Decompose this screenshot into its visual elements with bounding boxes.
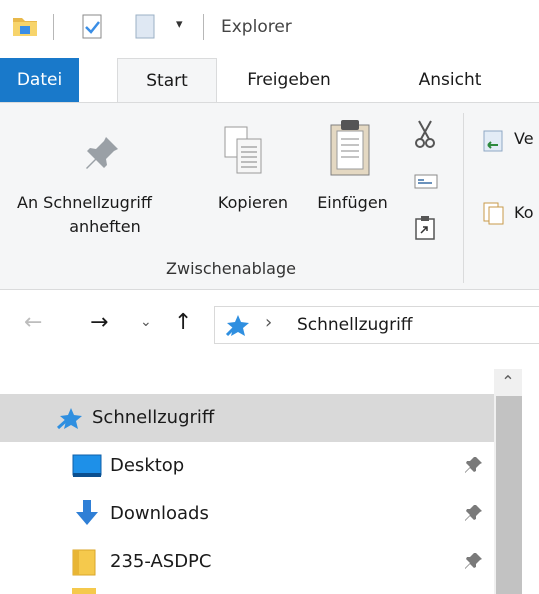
pin-icon[interactable] (465, 552, 483, 574)
nav-item-desktop[interactable]: Desktop (0, 442, 494, 490)
paste-shortcut-icon[interactable] (414, 215, 436, 245)
partial-folder-icon (72, 588, 96, 594)
back-arrow-icon[interactable]: ← (24, 310, 42, 335)
nav-item-label: 235-ASDPC (110, 551, 212, 572)
breadcrumb-schnellzugriff[interactable]: Schnellzugriff (297, 315, 413, 335)
window-title: Explorer (221, 17, 292, 37)
pin-icon[interactable] (465, 456, 483, 478)
move-to-label: Ve (514, 129, 534, 148)
clipboard-group-label: Zwischenablage (166, 259, 296, 278)
nav-item-downloads[interactable]: Downloads (0, 490, 494, 538)
move-to-icon (482, 129, 504, 157)
download-arrow-icon (74, 498, 100, 532)
cut-icon[interactable] (414, 119, 436, 153)
up-arrow-icon[interactable]: ↑ (174, 310, 192, 335)
tab-datei[interactable]: Datei (0, 58, 79, 102)
tab-freigeben[interactable]: Freigeben (230, 58, 348, 102)
nav-item-label: Schnellzugriff (92, 407, 215, 428)
nav-item-label: Downloads (110, 503, 209, 524)
paste-button[interactable]: Einfügen (305, 103, 400, 253)
pin-to-quick-access-button[interactable]: An Schnellzugriff anheften (0, 103, 200, 253)
tab-start[interactable]: Start (117, 58, 217, 103)
folder-icon (70, 548, 98, 580)
nav-item-schnellzugriff[interactable]: Schnellzugriff (0, 394, 494, 442)
copy-path-icon[interactable] (414, 173, 438, 195)
move-to-button[interactable]: Ve (482, 125, 539, 155)
copy-label: Kopieren (217, 193, 289, 212)
tab-ansicht[interactable]: Ansicht (395, 58, 505, 102)
forward-arrow-icon[interactable]: → (90, 310, 108, 335)
quick-access-star-icon (225, 313, 251, 341)
copy-to-label: Ko (514, 203, 534, 222)
clipboard-icon (327, 117, 373, 183)
copy-to-button[interactable]: Ko (482, 199, 539, 229)
desktop-icon (72, 453, 102, 483)
ribbon-tabs: Datei Start Freigeben Ansicht (0, 58, 539, 103)
pin-icon (82, 133, 122, 177)
address-bar[interactable]: › Schnellzugriff (214, 306, 539, 344)
ribbon: An Schnellzugriff anheften Kopieren Einf… (0, 102, 539, 290)
copy-to-icon (482, 201, 504, 229)
paste-label: Einfügen (317, 193, 388, 212)
title-bar: ▾ Explorer (0, 0, 539, 58)
quick-access-star-icon (56, 406, 84, 434)
pin-icon[interactable] (465, 504, 483, 526)
folder-icon[interactable] (12, 14, 38, 42)
customize-quick-access-icon[interactable]: ▾ (176, 17, 183, 32)
pin-label-line1: An Schnellzugriff (17, 193, 152, 212)
properties-icon[interactable] (80, 13, 104, 45)
copy-button[interactable]: Kopieren (203, 103, 303, 253)
scroll-up-icon[interactable]: ⌃ (494, 369, 522, 395)
pin-label-line2: anheften (69, 217, 141, 236)
navigation-pane: ⌃ Schnellzugriff Desktop Downloads 235-A… (0, 364, 539, 594)
breadcrumb-separator-icon[interactable]: › (265, 312, 272, 333)
nav-item-235-asdpc[interactable]: 235-ASDPC (0, 538, 494, 586)
nav-item-label: Desktop (110, 455, 185, 476)
recent-locations-chevron-icon[interactable]: ⌄ (140, 314, 152, 330)
address-bar-row: ← → ⌄ ↑ › Schnellzugriff (0, 290, 539, 364)
new-folder-icon[interactable] (133, 13, 157, 45)
scrollbar-thumb[interactable] (496, 396, 522, 594)
copy-icon (221, 123, 265, 181)
